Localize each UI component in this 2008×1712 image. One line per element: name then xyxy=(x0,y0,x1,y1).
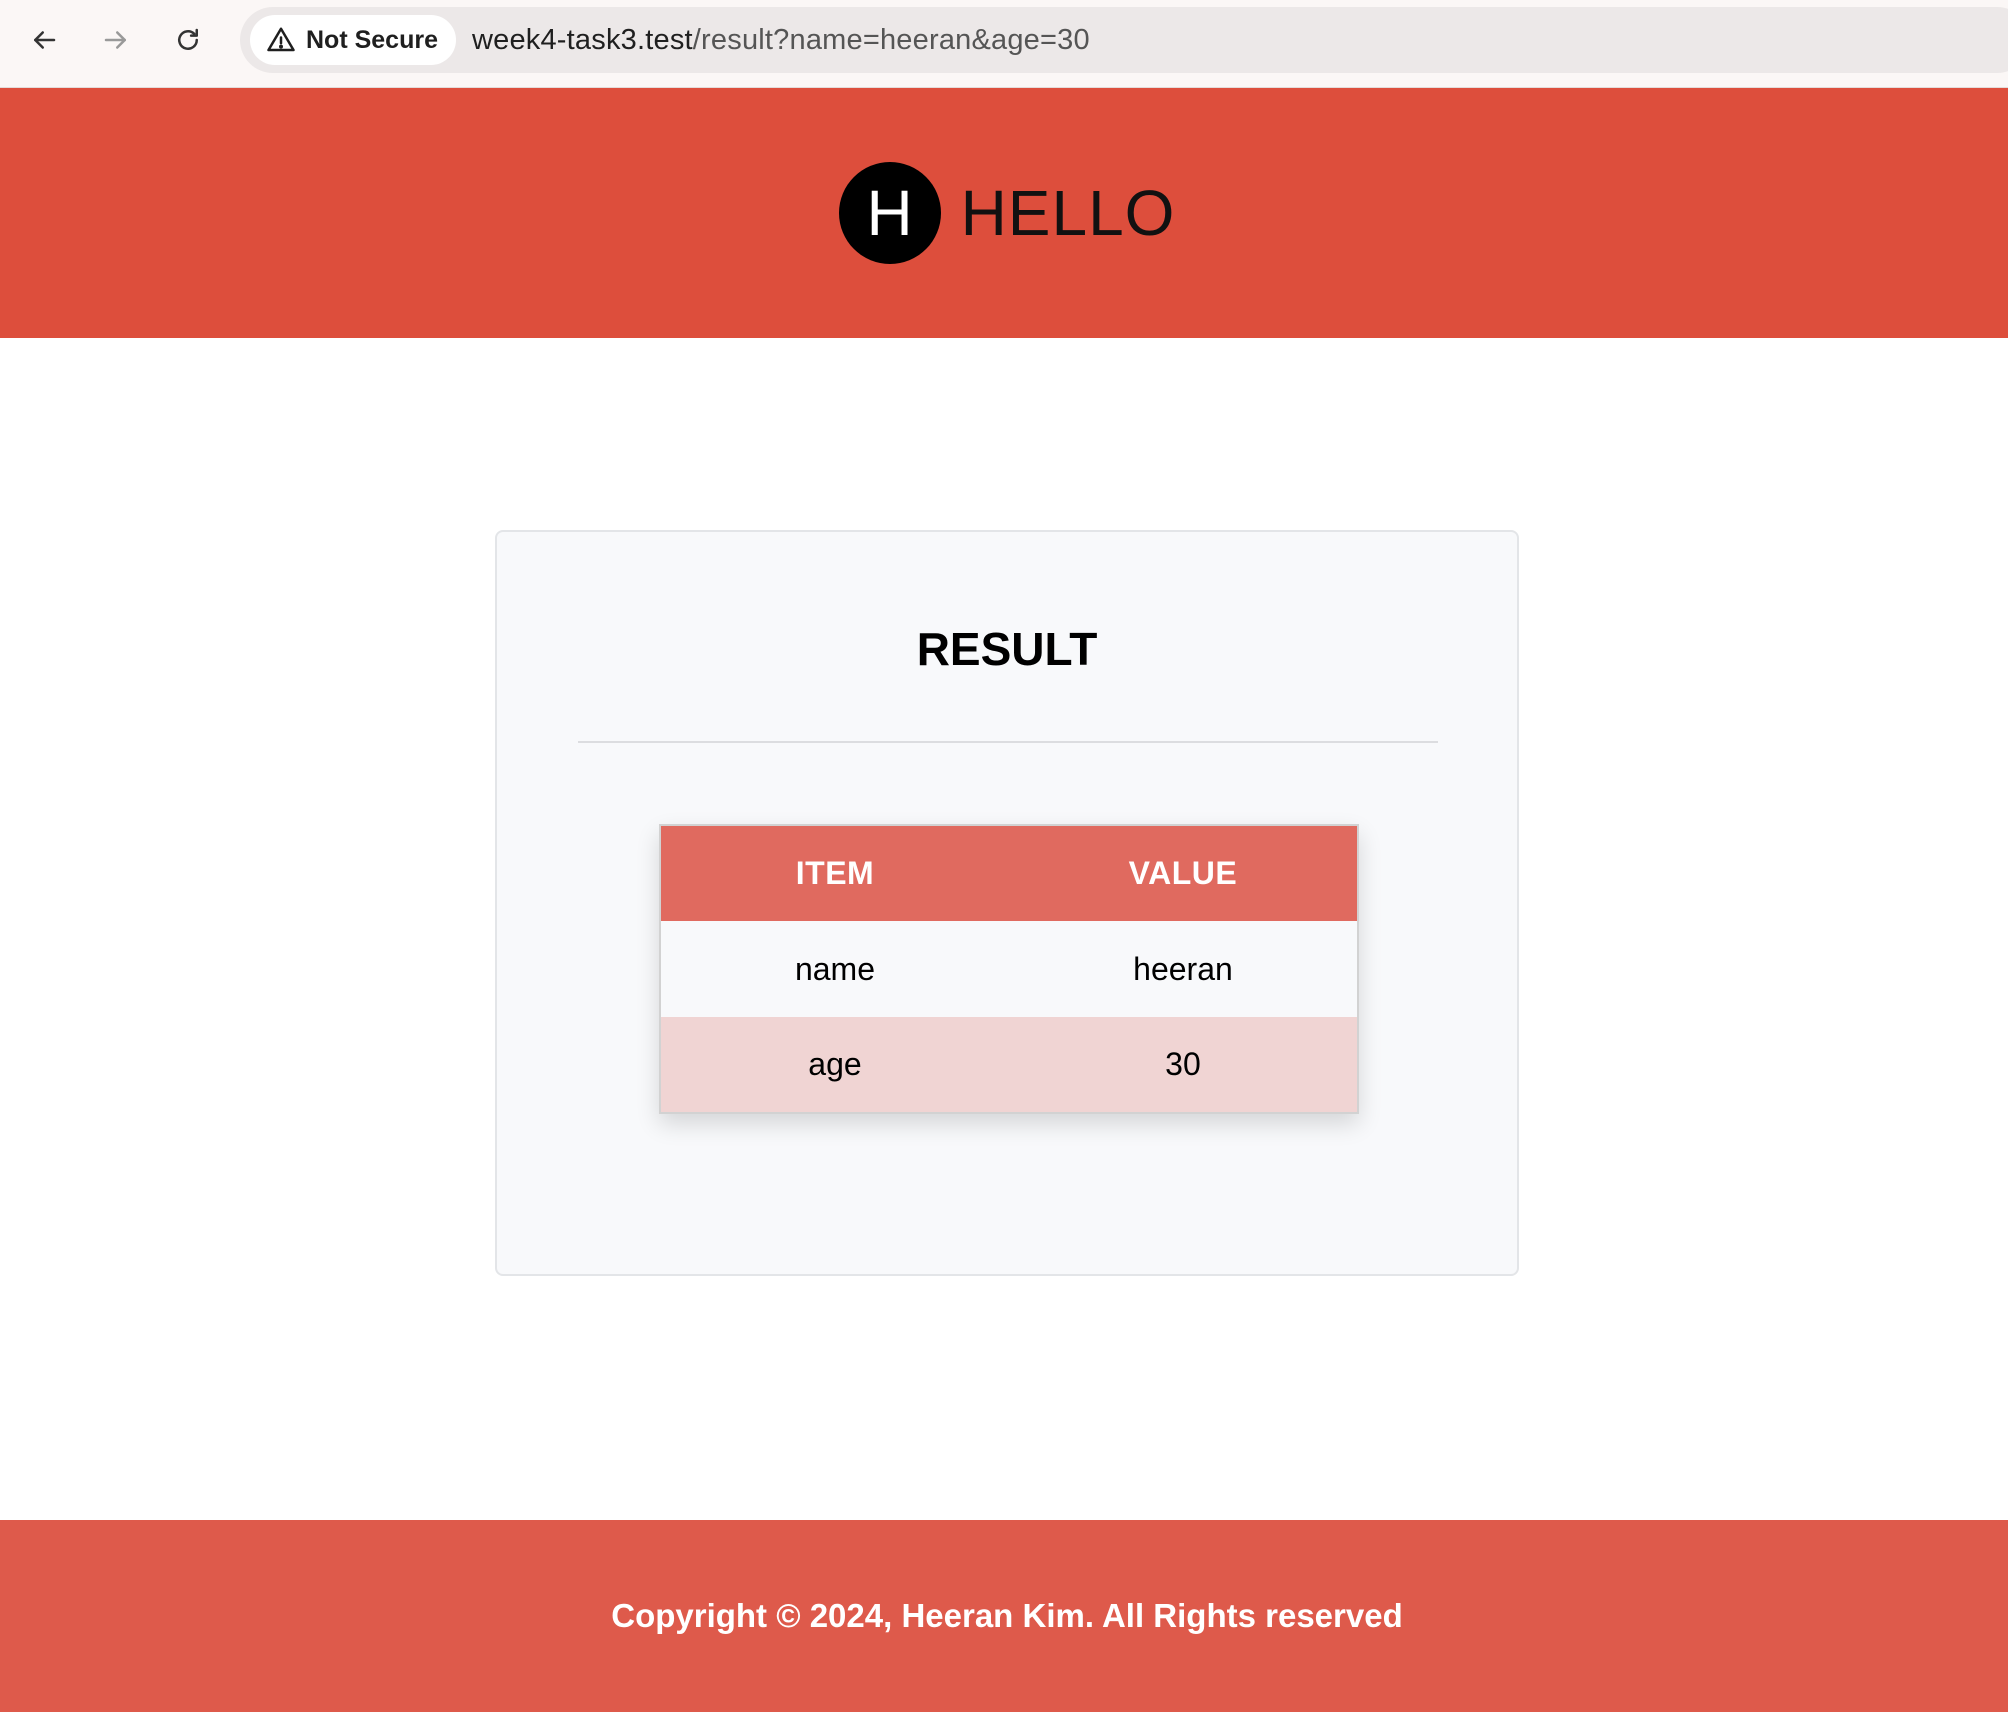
reload-icon xyxy=(178,28,198,50)
url-host: week4-task3.test xyxy=(471,23,693,56)
browser-toolbar: Not Secure week4-task3.test/result?name=… xyxy=(0,0,2008,88)
table-cell-item: age xyxy=(660,1017,1009,1113)
arrow-right-icon xyxy=(104,31,126,49)
page-title: RESULT xyxy=(916,623,1098,675)
column-header-item: ITEM xyxy=(660,825,1009,921)
back-button[interactable] xyxy=(14,14,74,66)
address-bar[interactable]: Not Secure week4-task3.test/result?name=… xyxy=(240,7,2008,73)
table-cell-value: 30 xyxy=(1008,1017,1358,1113)
divider xyxy=(578,741,1438,743)
column-header-value: VALUE xyxy=(1008,825,1358,921)
result-table: ITEM VALUE name heeran age 30 xyxy=(659,824,1359,1114)
table-row: age 30 xyxy=(660,1017,1358,1113)
security-label: Not Secure xyxy=(306,25,438,54)
site-footer: Copyright © 2024, Heeran Kim. All Rights… xyxy=(0,1520,2008,1712)
arrow-left-icon xyxy=(34,31,56,49)
url-path: /result?name=heeran&age=30 xyxy=(692,23,1090,56)
table-cell-item: name xyxy=(660,921,1009,1017)
table-cell-value: heeran xyxy=(1008,921,1358,1017)
security-indicator[interactable]: Not Secure xyxy=(250,15,456,65)
url-text[interactable]: week4-task3.test/result?name=heeran&age=… xyxy=(472,24,1090,57)
copyright-text: Copyright © 2024, Heeran Kim. All Rights… xyxy=(611,1597,1403,1634)
table-row: name heeran xyxy=(660,921,1358,1017)
result-card: RESULT ITEM VALUE name heeran age 30 xyxy=(495,530,1519,1276)
reload-button[interactable] xyxy=(158,14,218,66)
forward-button[interactable] xyxy=(86,14,146,66)
brand-name: HELLO xyxy=(960,177,1176,249)
warning-icon xyxy=(267,27,295,52)
brand[interactable]: H HELLO xyxy=(838,162,1176,264)
table-header-row: ITEM VALUE xyxy=(660,825,1358,921)
site-header: H HELLO xyxy=(0,88,2008,338)
logo: H xyxy=(838,162,941,264)
